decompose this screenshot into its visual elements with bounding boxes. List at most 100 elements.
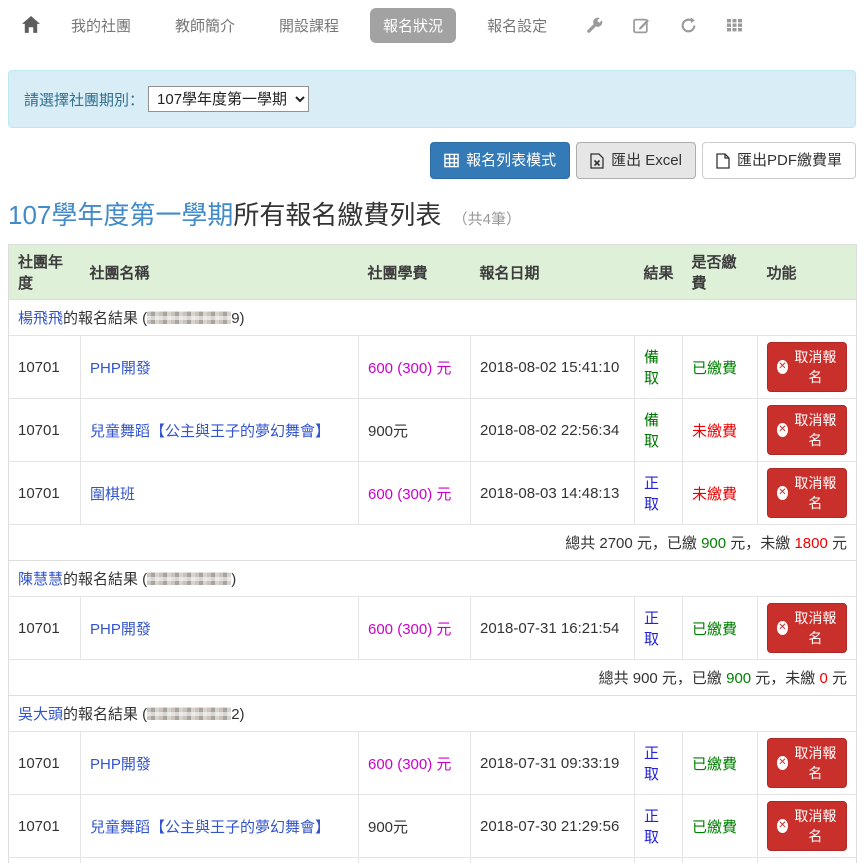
top-navbar: 我的社團 教師簡介 開設課程 報名狀況 報名設定 <box>0 0 864 50</box>
excel-file-icon <box>590 153 604 169</box>
summary-paid-amount: 900 <box>701 535 726 552</box>
paid-status-cell: 已繳費 <box>683 336 758 399</box>
reg-date-cell: 2018-08-02 22:56:34 <box>471 399 635 462</box>
list-mode-label: 報名列表模式 <box>466 150 556 171</box>
person-section-cell: 陳慧慧的報名結果 () <box>9 561 857 597</box>
paid-status-cell: 已繳費 <box>683 795 758 858</box>
club-name-cell: 兒童舞蹈【公主與王子的夢幻舞會】 <box>81 795 359 858</box>
col-header-club-fee: 社團學費 <box>359 245 471 300</box>
club-year-cell: 10701 <box>9 336 81 399</box>
export-pdf-button[interactable]: 匯出PDF繳費單 <box>702 142 856 179</box>
paid-status-cell: 未繳費 <box>683 399 758 462</box>
summary-row: 總共 900 元，已繳 900 元，未繳 0 元 <box>9 660 857 696</box>
result-cell: 備取 <box>635 336 683 399</box>
result-cell: 正取 <box>635 597 683 660</box>
club-fee-cell: 600 (300) 元 <box>359 597 471 660</box>
term-select[interactable]: 107學年度第一學期 <box>148 86 309 112</box>
actions-cell: ✕取消報名 <box>758 336 857 399</box>
cancel-registration-label: 取消報名 <box>794 608 837 648</box>
person-section-cell: 吳大頭的報名結果 (2) <box>9 696 857 732</box>
cancel-registration-label: 取消報名 <box>794 410 837 450</box>
club-fee-cell: 900元 <box>359 399 471 462</box>
actions-cell: ✕ 取消報名 <box>758 597 857 660</box>
cancel-registration-button[interactable]: ✕取消報名 <box>767 801 847 851</box>
club-name-cell: 中國功夫 <box>81 858 359 863</box>
registration-table-head: 社團年度 社團名稱 社團學費 報名日期 結果 是否繳費 功能 <box>9 245 857 300</box>
person-link[interactable]: 陳慧慧 <box>18 571 63 588</box>
export-pdf-label: 匯出PDF繳費單 <box>737 150 842 171</box>
reg-date-cell: 2018-07-30 21:29:56 <box>471 795 635 858</box>
person-id-mosaic <box>147 572 231 585</box>
person-id-mosaic <box>147 311 231 324</box>
registration-row: 10701兒童舞蹈【公主與王子的夢幻舞會】900元2018-07-30 21:2… <box>9 795 857 858</box>
club-fee-cell: 600 (300) 元 <box>359 462 471 525</box>
registration-row: 10701 圍棋班 600 (300) 元2018-08-03 14:48:13正取… <box>9 462 857 525</box>
home-icon[interactable] <box>18 9 44 41</box>
cancel-x-icon: ✕ <box>777 756 788 770</box>
pdf-file-icon <box>716 153 730 169</box>
cancel-registration-button[interactable]: ✕取消報名 <box>767 342 847 392</box>
actions-cell: ✕取消報名 <box>758 795 857 858</box>
club-link[interactable]: 兒童舞蹈【公主與王子的夢幻舞會】 <box>90 819 330 836</box>
reg-date-cell: 2018-08-03 14:48:13 <box>471 462 635 525</box>
person-section-row: 楊飛飛的報名結果 (9) <box>9 300 857 336</box>
page-title-rest: 所有報名繳費列表 <box>233 200 441 230</box>
cancel-registration-button[interactable]: ✕ 取消報名 <box>767 603 847 653</box>
wrench-icon[interactable] <box>578 11 611 40</box>
list-mode-button[interactable]: 報名列表模式 <box>430 142 570 179</box>
term-filter-label: 請選擇社團期別： <box>24 89 144 110</box>
export-excel-button[interactable]: 匯出 Excel <box>576 142 696 179</box>
club-fee-cell: 900 (300) 元 <box>359 858 471 863</box>
club-link[interactable]: PHP開發 <box>90 360 151 377</box>
col-header-paid: 是否繳費 <box>683 245 758 300</box>
club-fee-cell: 600 (300) 元 <box>359 336 471 399</box>
summary-row: 總共 2700 元，已繳 900 元，未繳 1800 元 <box>9 525 857 561</box>
club-fee-cell: 600 (300) 元 <box>359 732 471 795</box>
club-link[interactable]: PHP開發 <box>90 621 151 638</box>
edit-icon[interactable] <box>625 11 658 40</box>
cancel-registration-button[interactable]: ✕取消報名 <box>767 405 847 455</box>
col-header-actions: 功能 <box>758 245 857 300</box>
club-year-cell: 10701 <box>9 858 81 863</box>
cancel-registration-button[interactable]: ✕取消報名 <box>767 738 847 788</box>
result-cell: 正取 <box>635 462 683 525</box>
club-link[interactable]: 圍棋班 <box>90 486 135 503</box>
nav-item-my-clubs[interactable]: 我的社團 <box>58 8 144 43</box>
nav-item-registration-status[interactable]: 報名狀況 <box>370 8 456 43</box>
club-year-cell: 10701 <box>9 597 81 660</box>
club-link[interactable]: 兒童舞蹈【公主與王子的夢幻舞會】 <box>90 423 330 440</box>
cancel-registration-label: 取消報名 <box>794 473 837 513</box>
club-year-cell: 10701 <box>9 462 81 525</box>
cancel-x-icon: ✕ <box>777 621 788 635</box>
cancel-x-icon: ✕ <box>777 486 788 500</box>
club-name-cell: 兒童舞蹈【公主與王子的夢幻舞會】 <box>81 399 359 462</box>
refresh-icon[interactable] <box>672 11 705 40</box>
actions-cell: ✕ 取消報名 <box>758 462 857 525</box>
summary-cell: 總共 900 元，已繳 900 元，未繳 0 元 <box>9 660 857 696</box>
summary-total-amount: 2700 <box>599 535 632 552</box>
person-link[interactable]: 吳大頭 <box>18 706 63 723</box>
nav-item-registration-settings[interactable]: 報名設定 <box>474 8 560 43</box>
summary-cell: 總共 2700 元，已繳 900 元，未繳 1800 元 <box>9 525 857 561</box>
person-section-row: 吳大頭的報名結果 (2) <box>9 696 857 732</box>
person-link[interactable]: 楊飛飛 <box>18 310 63 327</box>
reg-date-cell: 2018-07-31 16:21:54 <box>471 597 635 660</box>
col-header-reg-date: 報名日期 <box>471 245 635 300</box>
club-year-cell: 10701 <box>9 795 81 858</box>
export-excel-label: 匯出 Excel <box>611 150 682 171</box>
club-name-cell: PHP開發 <box>81 597 359 660</box>
registration-row: 10701 PHP開發 600 (300) 元2018-07-31 16:21:54… <box>9 597 857 660</box>
nav-item-open-courses[interactable]: 開設課程 <box>266 8 352 43</box>
person-section-cell: 楊飛飛的報名結果 (9) <box>9 300 857 336</box>
registration-table-body: 楊飛飛的報名結果 (9)10701PHP開發600 (300) 元2018-08… <box>9 300 857 863</box>
club-name-cell: PHP開發 <box>81 732 359 795</box>
reg-date-cell: 2018-08-02 15:42:02 <box>471 858 635 863</box>
cancel-registration-button[interactable]: ✕ 取消報名 <box>767 468 847 518</box>
result-cell: 正取 <box>635 795 683 858</box>
page-title-term: 107學年度第一學期 <box>8 200 233 230</box>
club-link[interactable]: PHP開發 <box>90 756 151 773</box>
nav-item-teacher-intro[interactable]: 教師簡介 <box>162 8 248 43</box>
grid-icon[interactable] <box>719 11 751 39</box>
registration-row: 10701PHP開發600 (300) 元2018-07-31 09:33:19… <box>9 732 857 795</box>
paid-status-cell: 已繳費 <box>683 597 758 660</box>
